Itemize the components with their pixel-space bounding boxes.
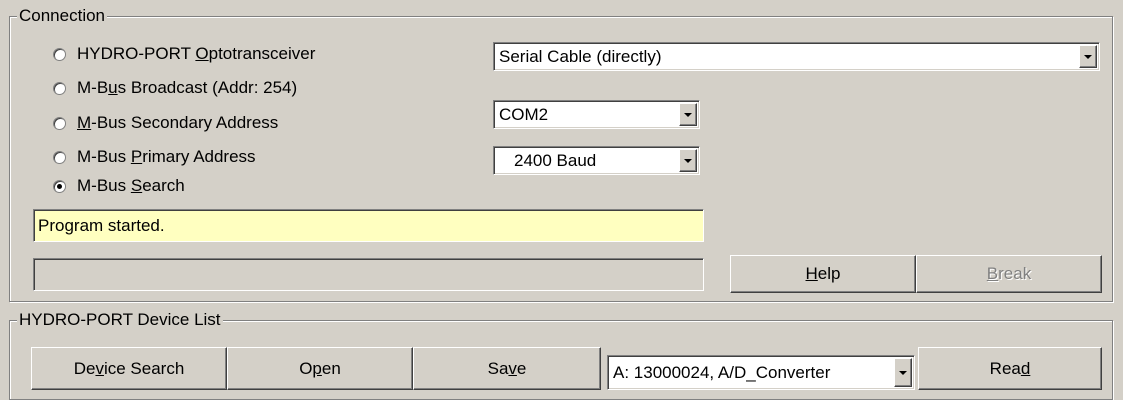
radio-label: M-Bus Secondary Address (77, 113, 279, 132)
radio-label: HYDRO-PORT Optotransceiver (77, 44, 316, 63)
progress-bar (33, 258, 704, 291)
radio-label: M-Bus Broadcast (Addr: 254) (77, 78, 298, 97)
chevron-down-icon (684, 112, 692, 117)
radio-mbus-broadcast[interactable]: M-Bus Broadcast (Addr: 254) (53, 77, 297, 99)
device-select-value: A: 13000024, A/D_Converter (613, 362, 831, 382)
baud-rate-select[interactable]: 2400 Baud (493, 146, 700, 175)
status-message-text: Program started. (38, 215, 165, 235)
connection-group-title: Connection (17, 6, 108, 25)
radio-label: M-Bus Search (77, 176, 185, 195)
radio-indicator (53, 47, 66, 61)
device-list-group-title: HYDRO-PORT Device List (17, 310, 223, 329)
baud-rate-value: 2400 Baud (514, 150, 597, 170)
radio-indicator (53, 179, 66, 193)
radio-hydroport-optotransceiver[interactable]: HYDRO-PORT Optotransceiver (53, 43, 315, 65)
open-button[interactable]: Open (227, 347, 413, 390)
radio-mbus-search[interactable]: M-Bus Search (53, 175, 185, 197)
help-button-label: Help (805, 264, 841, 283)
save-button-label: Save (487, 358, 527, 378)
chevron-down-icon (899, 370, 907, 375)
read-button[interactable]: Read (918, 347, 1102, 390)
open-button-label: Open (299, 358, 341, 378)
com-port-dropdown-button[interactable] (679, 103, 697, 126)
read-button-label: Read (989, 358, 1031, 378)
device-search-button-label: Device Search (73, 358, 185, 378)
device-dropdown-button[interactable] (894, 358, 912, 387)
com-port-select[interactable]: COM2 (493, 100, 700, 129)
chevron-down-icon (684, 158, 692, 163)
help-button[interactable]: Help (730, 255, 916, 293)
interface-select[interactable]: Serial Cable (directly) (493, 42, 1100, 71)
interface-select-value: Serial Cable (directly) (499, 46, 662, 66)
interface-dropdown-button[interactable] (1079, 45, 1097, 68)
chevron-down-icon (1084, 54, 1092, 59)
status-message-field: Program started. (33, 209, 704, 242)
radio-mbus-secondary-address[interactable]: M-Bus Secondary Address (53, 112, 278, 134)
device-select[interactable]: A: 13000024, A/D_Converter (607, 355, 915, 390)
device-search-button[interactable]: Device Search (31, 347, 227, 390)
break-button[interactable]: Break (916, 255, 1102, 293)
save-button[interactable]: Save (413, 347, 601, 390)
com-port-value: COM2 (499, 104, 549, 124)
radio-indicator (53, 150, 66, 164)
radio-selected-dot (57, 183, 62, 189)
break-button-label: Break (986, 264, 1032, 283)
radio-label: M-Bus Primary Address (77, 147, 256, 166)
baud-rate-dropdown-button[interactable] (679, 149, 697, 172)
radio-indicator (53, 116, 66, 130)
radio-mbus-primary-address[interactable]: M-Bus Primary Address (53, 146, 256, 168)
radio-indicator (53, 81, 66, 95)
